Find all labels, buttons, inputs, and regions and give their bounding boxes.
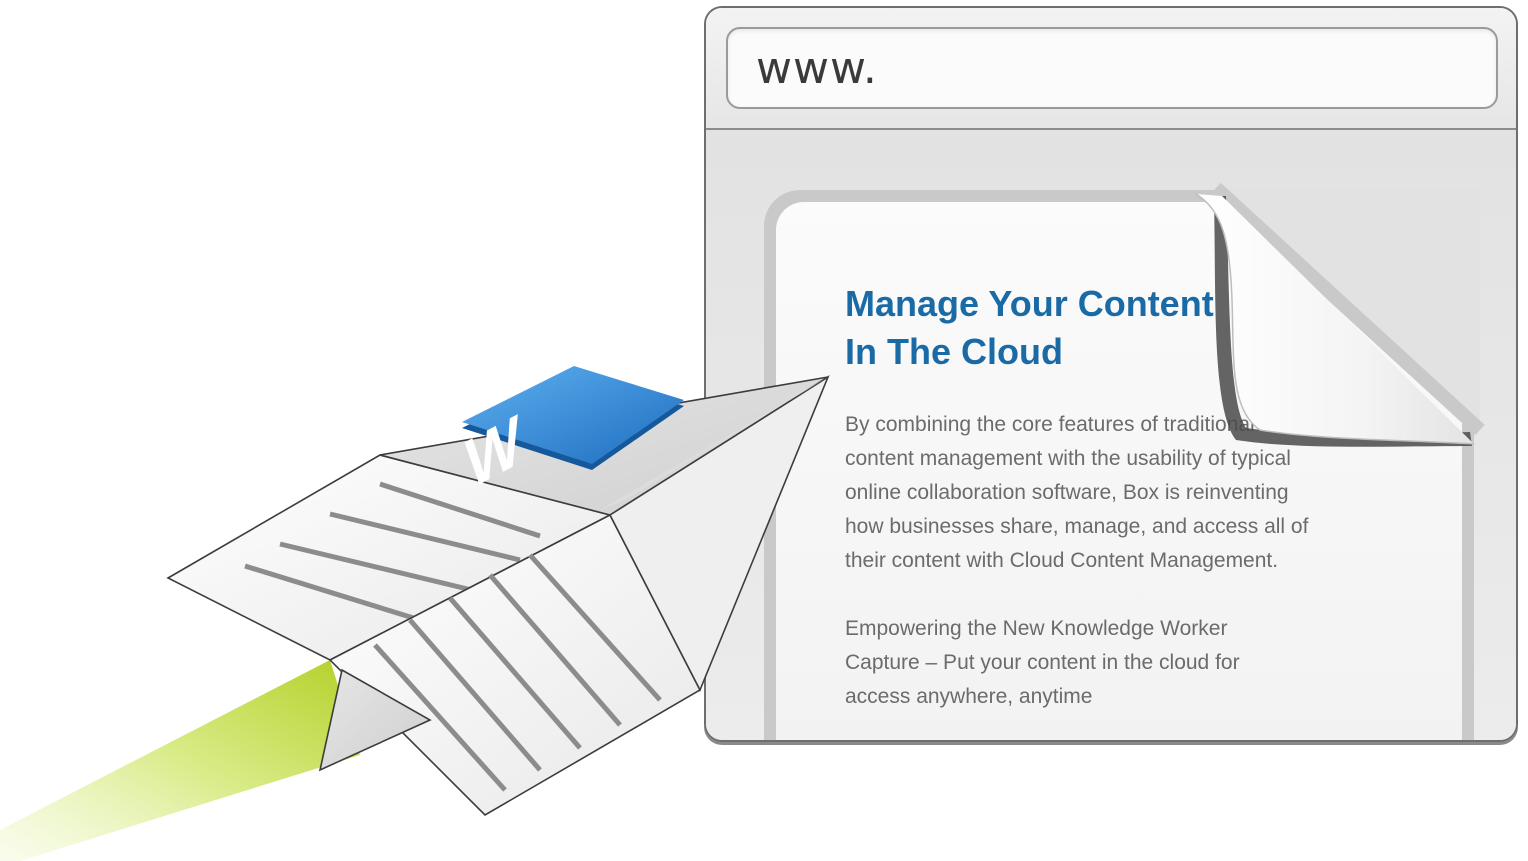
browser-toolbar: www. (706, 8, 1516, 130)
keel (318, 668, 432, 772)
intro-line-1: By combining the core features of tradit… (845, 413, 1255, 436)
page-body: By combining the core features of tradit… (845, 408, 1405, 748)
address-bar[interactable]: www. (726, 27, 1498, 109)
intro-line-3: online collaboration software, Box is re… (845, 481, 1289, 504)
feature-line-1: Empowering the New Knowledge Worker (845, 617, 1228, 640)
address-bar-text: www. (756, 43, 878, 94)
intro-paragraph: By combining the core features of tradit… (845, 408, 1405, 578)
intro-line-5: their content with Cloud Content Managem… (845, 549, 1279, 572)
page-title-line-1: Manage Your Content (845, 283, 1214, 324)
word-document-icon: W (456, 366, 684, 501)
feature-line-3: access anywhere, anytime (845, 685, 1093, 708)
svg-text:W: W (456, 400, 534, 502)
feature-line-2: Capture – Put your content in the cloud … (845, 651, 1240, 674)
right-wing (328, 513, 702, 817)
page-title-line-2: In The Cloud (845, 331, 1063, 372)
left-wing (166, 454, 613, 661)
page-title: Manage Your Content In The Cloud (845, 280, 1405, 376)
speed-trail (0, 660, 360, 861)
intro-line-4: how businesses share, manage, and access… (845, 515, 1309, 538)
intro-line-2: content management with the usability of… (845, 447, 1291, 470)
feature-paragraph: Empowering the New Knowledge Worker Capt… (845, 612, 1405, 714)
illustration-stage: www. Manage Your Content In The Cloud By… (0, 0, 1528, 861)
